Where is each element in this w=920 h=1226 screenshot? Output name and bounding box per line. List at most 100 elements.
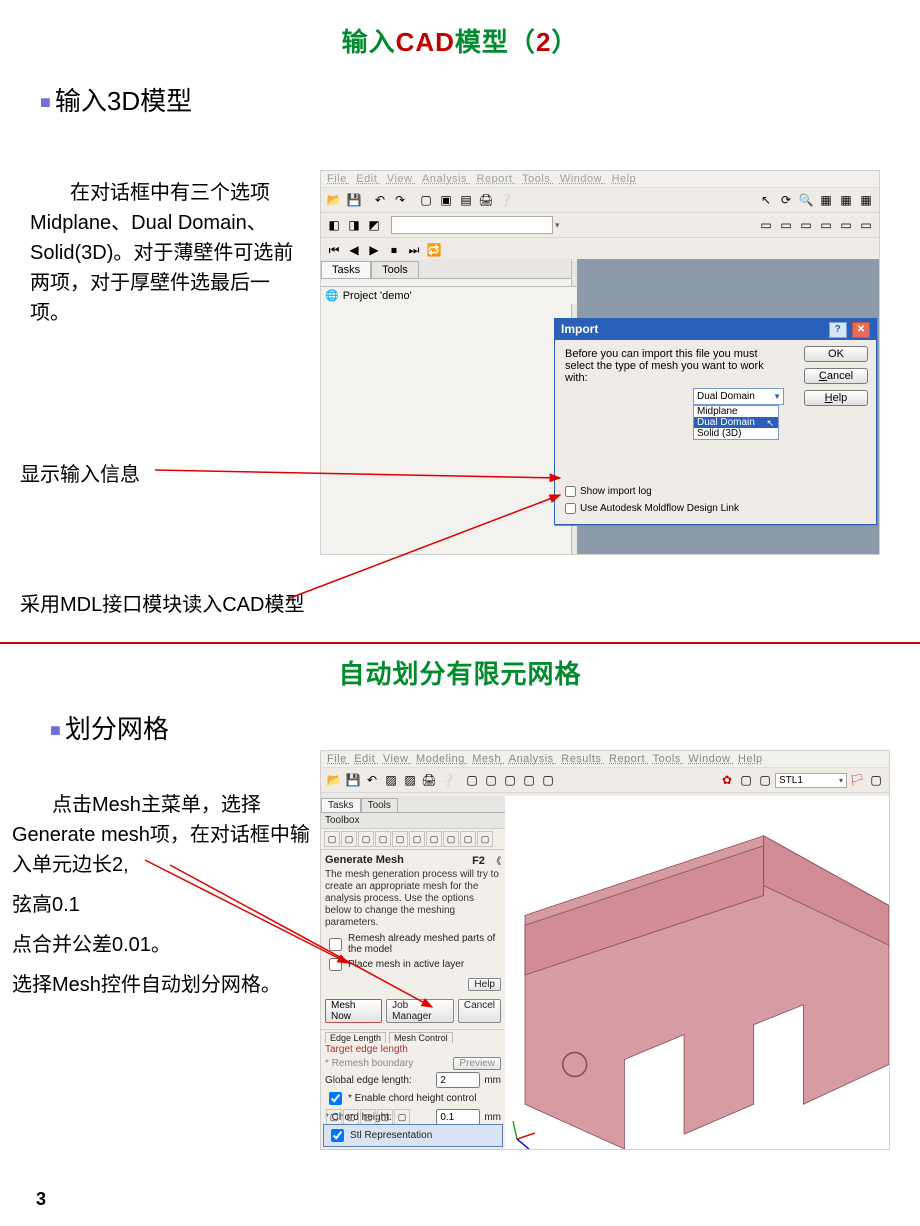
checkbox-remesh[interactable] [329, 938, 342, 951]
menu-file[interactable]: File [327, 173, 347, 185]
menu-window[interactable]: Window [560, 173, 602, 185]
open-icon[interactable]: 📂 [325, 191, 343, 209]
dialog-titlebar[interactable]: Import ? ✕ [555, 319, 876, 340]
undo-icon[interactable]: ↶ [363, 771, 381, 789]
tbx-icon[interactable]: ▢ [324, 831, 340, 847]
menu-report[interactable]: Report [609, 753, 645, 765]
preview-button[interactable]: Preview [453, 1057, 501, 1070]
flag-icon[interactable]: 🏳 [848, 771, 866, 789]
view-icon[interactable]: ▭ [837, 216, 855, 234]
tbx-icon[interactable]: ▢ [358, 831, 374, 847]
tool-icon[interactable]: ▤ [457, 191, 475, 209]
tool-icon[interactable]: ▢ [417, 191, 435, 209]
save-icon[interactable]: 💾 [344, 771, 362, 789]
tool-icon[interactable]: ▢ [756, 771, 774, 789]
menu-analysis[interactable]: Analysis [509, 753, 554, 765]
chevron-icon[interactable]: 《 [492, 856, 501, 866]
view-icon[interactable]: ▭ [757, 216, 775, 234]
menu-window[interactable]: Window [688, 753, 730, 765]
next-icon[interactable]: ⏭ [405, 241, 423, 259]
chord-height-input[interactable] [436, 1109, 480, 1125]
menu-analysis[interactable]: Analysis [422, 173, 467, 185]
menu-file[interactable]: File [327, 753, 347, 765]
tool-icon[interactable]: ▢ [482, 771, 500, 789]
tool-icon[interactable]: ▢ [539, 771, 557, 789]
tbx-icon[interactable]: ▢ [426, 831, 442, 847]
redo-icon[interactable]: ↷ [391, 191, 409, 209]
checkbox-stl[interactable] [331, 1129, 344, 1142]
tool-icon[interactable]: ▢ [520, 771, 538, 789]
opt-remesh[interactable]: Remesh already meshed parts of the model [321, 933, 505, 955]
tab-mesh-control[interactable]: Mesh Control [389, 1032, 453, 1043]
tbx-icon[interactable]: ▢ [341, 831, 357, 847]
stop-icon[interactable]: ⏹ [385, 241, 403, 259]
mesh-type-list[interactable]: Midplane Dual Domain ↖ Solid (3D) [693, 405, 779, 440]
menu-modeling[interactable]: Modeling [416, 753, 465, 765]
menu-view[interactable]: View [383, 753, 409, 765]
dialog-help-icon[interactable]: ? [829, 322, 847, 338]
cog-icon[interactable]: ✿ [718, 771, 736, 789]
tool-icon[interactable]: ▢ [463, 771, 481, 789]
loop-icon[interactable]: 🔁 [425, 241, 443, 259]
ok-button[interactable]: OK [804, 346, 868, 362]
menu-edit[interactable]: Edit [356, 173, 377, 185]
help-button[interactable]: Help [468, 978, 501, 991]
tool-icon[interactable]: ▢ [737, 771, 755, 789]
view-icon[interactable]: ▭ [857, 216, 875, 234]
tab-edge-length[interactable]: Edge Length [325, 1032, 386, 1043]
menu-help[interactable]: Help [738, 753, 763, 765]
global-edge-input[interactable] [436, 1072, 480, 1088]
close-icon[interactable]: ✕ [852, 322, 870, 338]
menu-help[interactable]: Help [612, 173, 637, 185]
cube-icon[interactable]: ▨ [382, 771, 400, 789]
tbx-icon[interactable]: ▢ [477, 831, 493, 847]
menu-view[interactable]: View [387, 173, 413, 185]
cube-icon[interactable]: ◩ [365, 216, 383, 234]
help-icon[interactable]: ❔ [497, 191, 515, 209]
opt-enable-chord[interactable]: * Enable chord height control [321, 1089, 505, 1108]
tool-icon[interactable]: ▢ [501, 771, 519, 789]
icon[interactable]: ▢ [360, 1109, 376, 1125]
viewport[interactable] [505, 796, 889, 1149]
checkbox-showlog[interactable] [565, 486, 576, 497]
tbx-icon[interactable]: ▢ [392, 831, 408, 847]
cursor-icon[interactable]: ↖ [757, 191, 775, 209]
mesh-now-button[interactable]: Mesh Now [325, 999, 382, 1023]
job-manager-button[interactable]: Job Manager [386, 999, 454, 1023]
menubar2[interactable]: File Edit View Modeling Mesh Analysis Re… [321, 751, 889, 768]
view-icon[interactable]: ▭ [817, 216, 835, 234]
menubar[interactable]: File Edit View Analysis Report Tools Win… [321, 171, 879, 188]
tab-tools[interactable]: Tools [371, 261, 419, 278]
help-button[interactable]: Help [804, 390, 868, 406]
stl-representation-row[interactable]: Stl Representation [323, 1124, 503, 1147]
show-import-log-checkbox[interactable]: Show import log [565, 486, 866, 497]
tbx-icon[interactable]: ▢ [409, 831, 425, 847]
view-icon[interactable]: ▭ [797, 216, 815, 234]
tbx-icon[interactable]: ▢ [375, 831, 391, 847]
print-icon[interactable]: 🖨 [420, 771, 438, 789]
rotate-icon[interactable]: ⟳ [777, 191, 795, 209]
use-mdl-checkbox[interactable]: Use Autodesk Moldflow Design Link [565, 503, 866, 514]
option-solid-3d[interactable]: Solid (3D) [694, 428, 778, 439]
checkbox-chord[interactable] [329, 1092, 342, 1105]
mesh-type-combo[interactable]: Dual Domain ▼ [693, 388, 784, 405]
undo-icon[interactable]: ↶ [371, 191, 389, 209]
tool-icon[interactable]: ▢ [867, 771, 885, 789]
icon[interactable]: ▢ [394, 1109, 410, 1125]
menu-tools[interactable]: Tools [522, 173, 550, 185]
back-icon[interactable]: ◀ [345, 241, 363, 259]
cube-icon[interactable]: ▨ [401, 771, 419, 789]
icon[interactable]: ▢ [326, 1109, 342, 1125]
stl-combo[interactable]: STL1▾ [775, 773, 847, 788]
menu-report[interactable]: Report [477, 173, 513, 185]
icon[interactable]: ▢ [377, 1109, 393, 1125]
project-bar[interactable]: 🌐 Project 'demo' [321, 286, 579, 304]
play-icon[interactable]: ▶ [365, 241, 383, 259]
tab-tasks[interactable]: Tasks [321, 798, 361, 812]
cube-icon[interactable]: ◧ [325, 216, 343, 234]
print-icon[interactable]: 🖨 [477, 191, 495, 209]
menu-tools[interactable]: Tools [653, 753, 681, 765]
icon[interactable]: ▢ [343, 1109, 359, 1125]
grid-icon[interactable]: ▦ [817, 191, 835, 209]
checkbox-mdl[interactable] [565, 503, 576, 514]
